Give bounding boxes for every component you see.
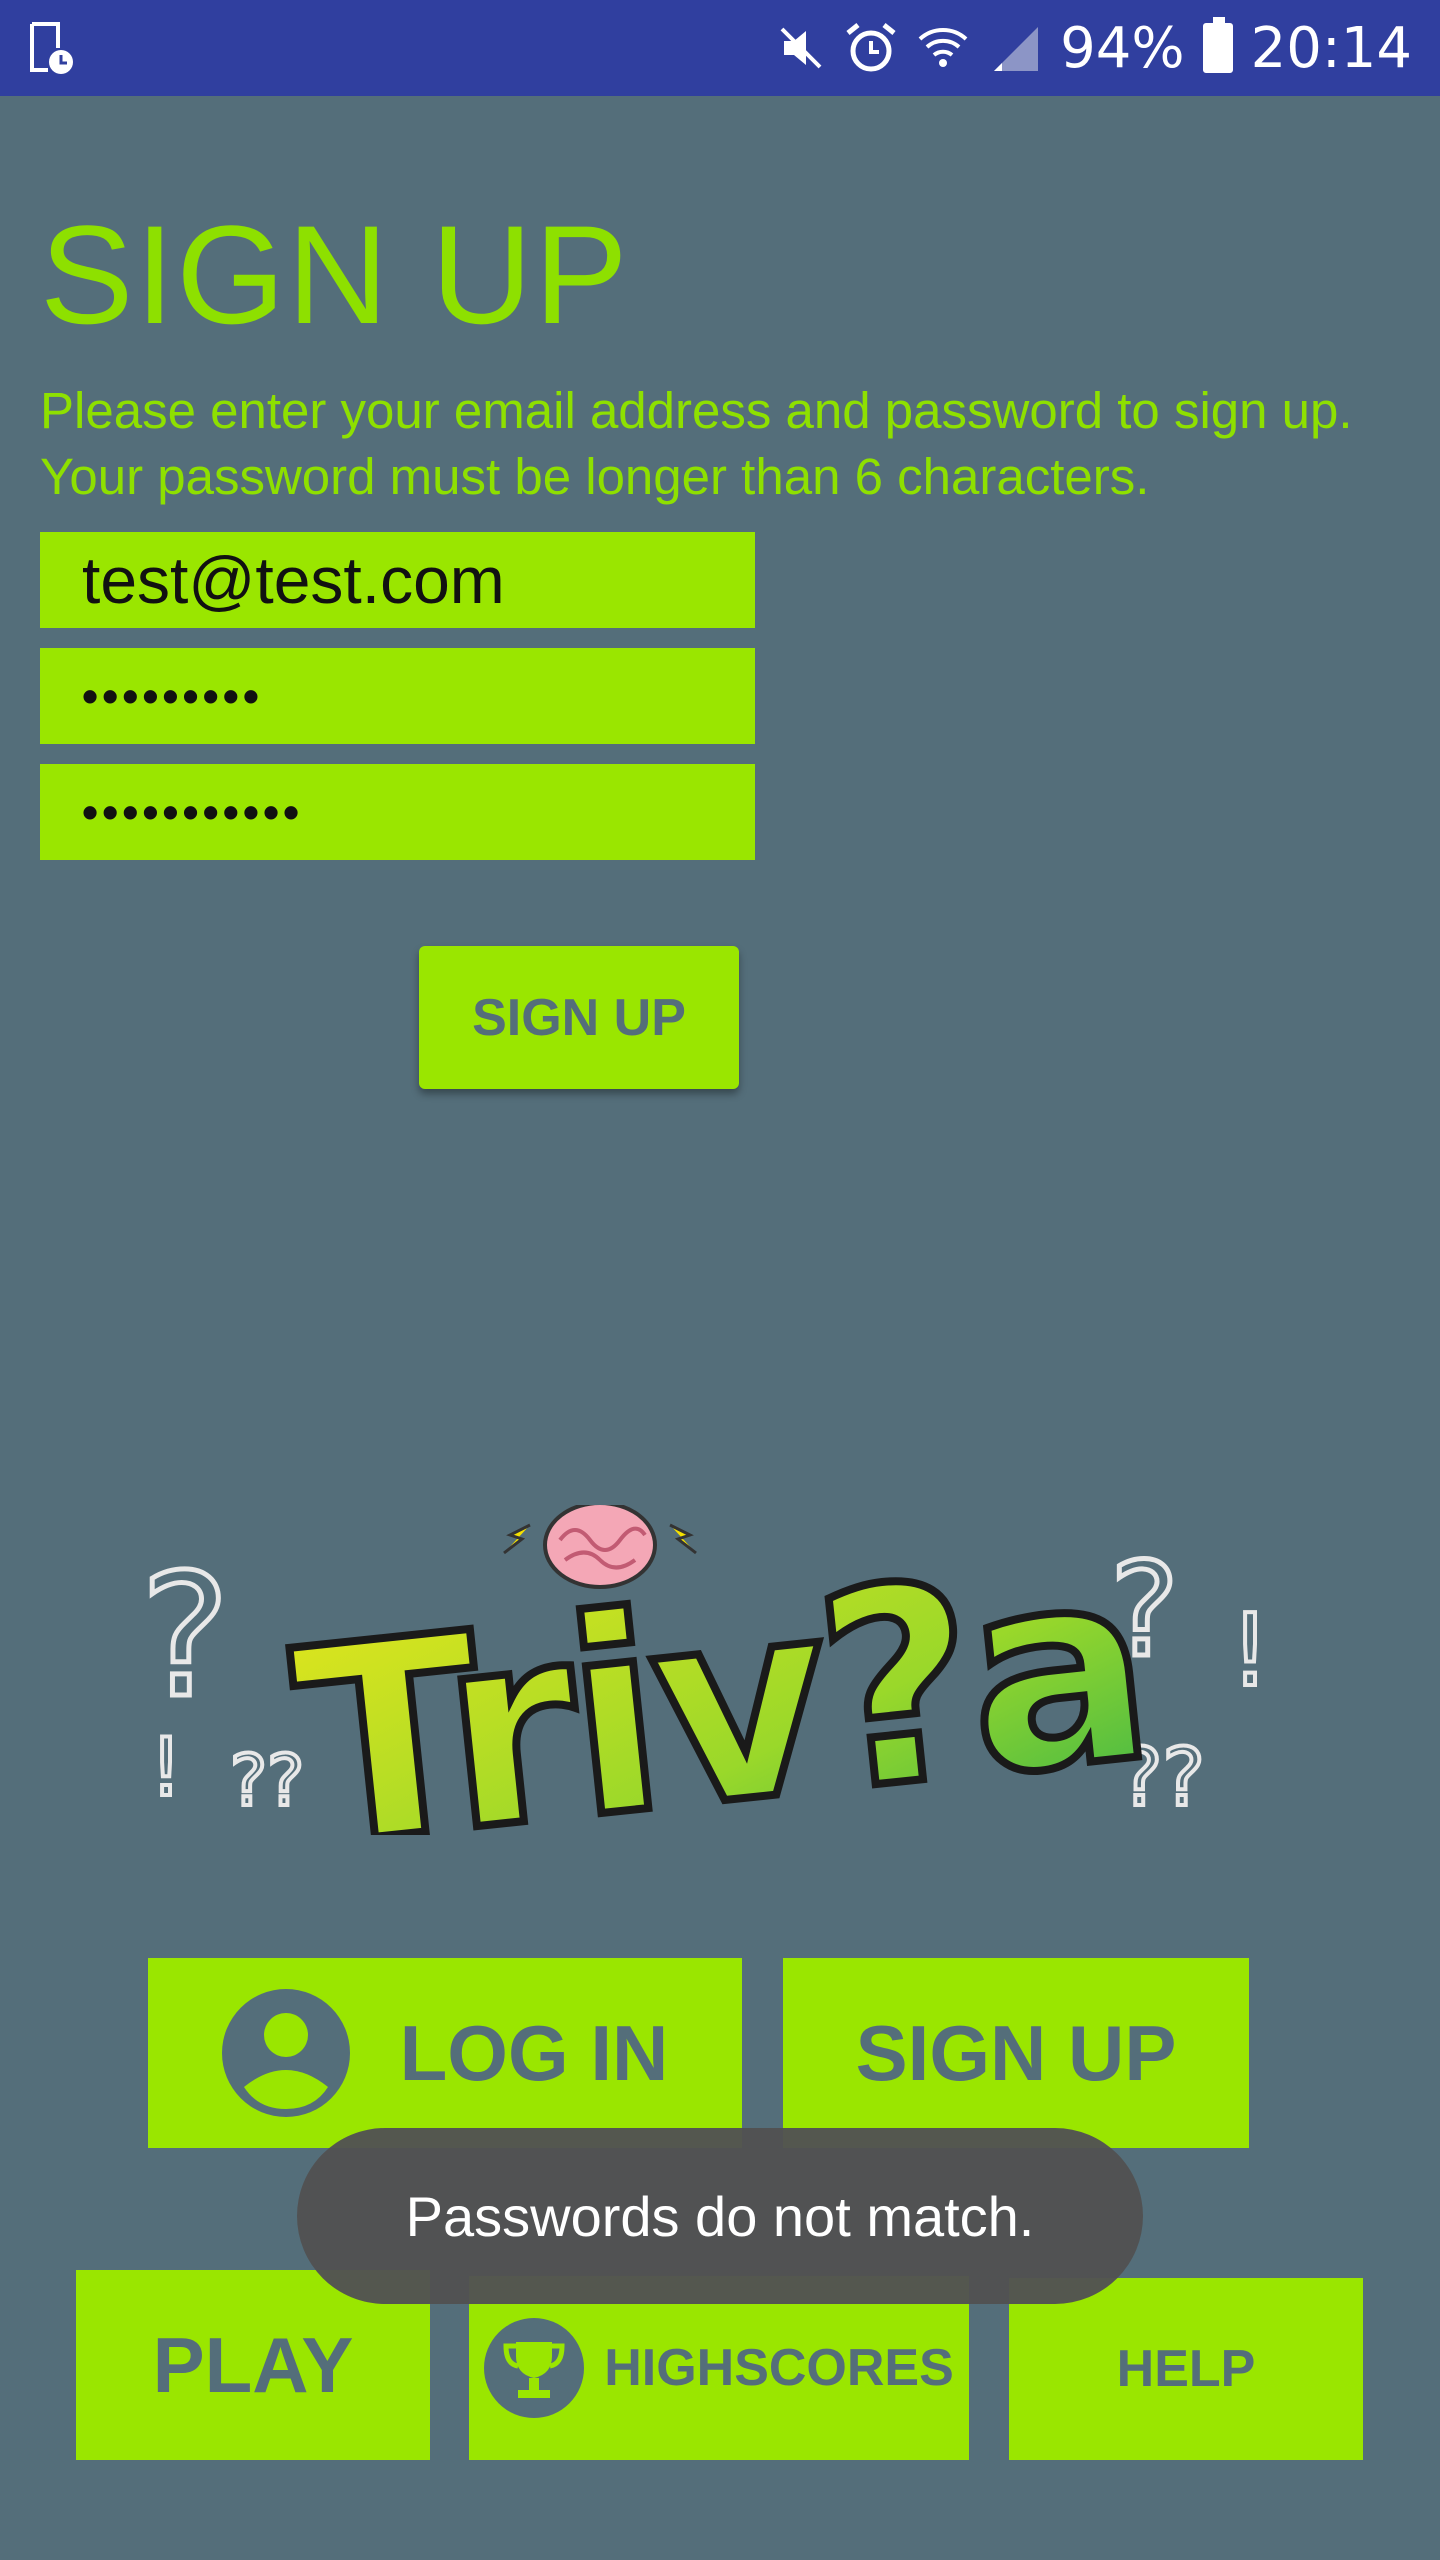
login-label: LOG IN bbox=[399, 2008, 669, 2097]
instructions-text: Please enter your email address and pass… bbox=[40, 382, 1353, 505]
mute-icon bbox=[780, 27, 822, 69]
login-button[interactable]: LOG IN bbox=[148, 1958, 742, 2148]
email-field-container bbox=[40, 532, 755, 628]
signup-label: SIGN UP bbox=[855, 2008, 1177, 2097]
signal-icon bbox=[994, 27, 1039, 71]
error-toast: Passwords do not match. bbox=[297, 2128, 1143, 2304]
toast-message: Passwords do not match. bbox=[405, 2184, 1035, 2248]
svg-text:?: ? bbox=[140, 1538, 230, 1736]
account-icon bbox=[221, 1989, 350, 2117]
status-bar: 94% 20:14 bbox=[0, 0, 1440, 96]
screenshot-icon bbox=[30, 22, 73, 74]
help-button[interactable]: HELP bbox=[1009, 2278, 1363, 2460]
confirm-password-field[interactable] bbox=[80, 784, 755, 840]
highscores-label: HIGHSCORES bbox=[604, 2339, 954, 2397]
alarm-icon bbox=[846, 23, 896, 72]
password-field-container bbox=[40, 648, 755, 744]
trophy-icon bbox=[484, 2318, 585, 2418]
svg-text:!: ! bbox=[1230, 1592, 1270, 1709]
signup-button[interactable]: SIGN UP bbox=[783, 1958, 1249, 2148]
password-field[interactable] bbox=[80, 668, 755, 724]
clock: 20:14 bbox=[1250, 15, 1412, 81]
svg-text:Triv?a: Triv?a bbox=[282, 1506, 1157, 1835]
trivia-logo: ? ! ?? ? ! ! ?? Triv?a bbox=[138, 1505, 1272, 1835]
play-label: PLAY bbox=[152, 2320, 354, 2409]
confirm-password-field-container bbox=[40, 764, 755, 860]
page-title: SIGN UP bbox=[40, 196, 630, 353]
battery-percentage: 94% bbox=[1060, 15, 1185, 81]
wifi-icon bbox=[918, 28, 968, 67]
svg-text:??: ?? bbox=[230, 1740, 304, 1822]
email-field[interactable] bbox=[80, 541, 755, 619]
submit-signup-button[interactable]: SIGN UP bbox=[419, 946, 739, 1089]
help-label: HELP bbox=[1116, 2340, 1256, 2398]
battery-icon bbox=[1202, 17, 1233, 73]
svg-text:!: ! bbox=[150, 1721, 182, 1814]
